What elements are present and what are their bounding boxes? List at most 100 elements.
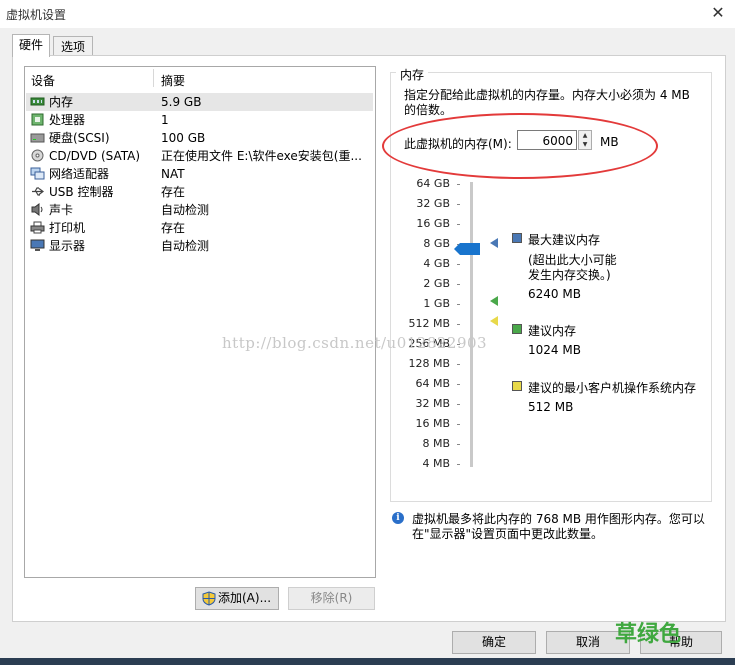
legend-min-title: 建议的最小客户机操作系统内存 [528, 381, 697, 395]
legend-max-title: 最大建议内存 [528, 233, 601, 247]
scale-label: 4 MB [422, 457, 450, 470]
close-button[interactable]: ✕ [706, 2, 730, 24]
device-name: 打印机 [49, 221, 86, 235]
legend-recommended-swatch [512, 324, 522, 334]
device-summary: 存在 [161, 221, 186, 235]
column-divider[interactable] [153, 69, 154, 87]
scale-label: 8 MB [422, 437, 450, 450]
scale-label: 1 GB [423, 297, 450, 310]
device-name: 显示器 [49, 239, 86, 253]
scale-label: 64 MB [415, 377, 450, 390]
device-name: 内存 [49, 95, 74, 109]
scale-tick [457, 424, 460, 425]
device-name: USB 控制器 [49, 185, 114, 199]
taskbar-strip [0, 658, 735, 665]
info-text: 虚拟机最多将此内存的 768 MB 用作图形内存。您可以 在"显示器"设置页面中… [412, 512, 712, 542]
annotation-ellipse [382, 113, 658, 179]
device-summary: 自动检测 [161, 239, 210, 253]
scale-tick [457, 204, 460, 205]
scale-tick [457, 324, 460, 325]
printer-icon [30, 221, 45, 234]
scale-tick [457, 304, 460, 305]
column-header-device[interactable]: 设备 [31, 72, 55, 89]
network-adapter-icon [30, 167, 45, 180]
device-name: 硬盘(SCSI) [49, 131, 110, 145]
scale-tick [457, 264, 460, 265]
scale-tick [457, 364, 460, 365]
memory-group-title: 内存 [396, 66, 429, 83]
device-row-usb-controller[interactable]: USB 控制器 存在 [26, 183, 373, 201]
scale-label: 128 MB [408, 357, 450, 370]
scale-label: 32 GB [416, 197, 450, 210]
remove-device-button[interactable]: 移除(R) [288, 587, 375, 610]
device-list[interactable]: 设备 摘要 内存 5.9 GB 处理器 1 硬盘(SCSI) 100 GB CD… [24, 66, 376, 578]
device-name: 网络适配器 [49, 167, 110, 181]
device-summary: NAT [161, 167, 185, 181]
device-row-memory[interactable]: 内存 5.9 GB [26, 93, 373, 111]
info-icon: i [392, 512, 404, 524]
scale-tick [457, 464, 460, 465]
legend-max-note-2: 发生内存交换。) [528, 268, 611, 282]
legend-recommended-title: 建议内存 [528, 324, 577, 338]
legend-min-swatch [512, 381, 522, 391]
title-bar [0, 0, 735, 28]
scale-label: 4 GB [423, 257, 450, 270]
scale-label: 64 GB [416, 177, 450, 190]
cd-dvd-icon [31, 149, 44, 162]
usb-icon [32, 187, 44, 196]
ok-button[interactable]: 确定 [452, 631, 536, 654]
legend-min-value: 512 MB [528, 400, 574, 414]
min-recommended-marker [490, 316, 498, 326]
legend-max-value: 6240 MB [528, 287, 581, 301]
watermark: http://blog.csdn.net/u012822903 [222, 334, 488, 352]
scale-label: 512 MB [408, 317, 450, 330]
add-device-label: 添加(A)... [218, 591, 272, 605]
column-header-summary[interactable]: 摘要 [161, 72, 185, 89]
device-name: CD/DVD (SATA) [49, 149, 141, 163]
display-icon [30, 239, 45, 251]
legend-max-swatch [512, 233, 522, 243]
legend-recommended-value: 1024 MB [528, 343, 581, 357]
device-summary: 自动检测 [161, 203, 210, 217]
add-device-button[interactable]: 添加(A)... [195, 587, 279, 610]
scale-tick [457, 404, 460, 405]
device-summary: 5.9 GB [161, 95, 202, 109]
scale-label: 16 MB [415, 417, 450, 430]
scale-tick [457, 184, 460, 185]
scale-tick [457, 224, 460, 225]
scale-label: 32 MB [415, 397, 450, 410]
sound-card-icon [31, 203, 43, 216]
hard-disk-icon [30, 133, 45, 143]
info-text-line-2: 在"显示器"设置页面中更改此数量。 [412, 527, 604, 541]
processor-icon [31, 113, 44, 126]
device-row-display[interactable]: 显示器 自动检测 [26, 237, 373, 255]
device-row-sound-card[interactable]: 声卡 自动检测 [26, 201, 373, 219]
max-recommended-marker [490, 238, 498, 248]
scale-label: 2 GB [423, 277, 450, 290]
device-summary: 存在 [161, 185, 186, 199]
device-row-printer[interactable]: 打印机 存在 [26, 219, 373, 237]
device-row-processor[interactable]: 处理器 1 [26, 111, 373, 129]
scale-tick [457, 284, 460, 285]
memory-icon [30, 97, 45, 106]
device-row-network-adapter[interactable]: 网络适配器 NAT [26, 165, 373, 183]
device-row-cd-dvd[interactable]: CD/DVD (SATA) 正在使用文件 E:\软件exe安装包(重... [26, 147, 373, 165]
device-name: 声卡 [49, 203, 74, 217]
info-text-line-1: 虚拟机最多将此内存的 768 MB 用作图形内存。您可以 [412, 512, 705, 526]
memory-slider-track[interactable] [470, 182, 473, 467]
tab-hardware[interactable]: 硬件 [12, 34, 50, 57]
window-title: 虚拟机设置 [6, 8, 67, 22]
tab-options[interactable]: 选项 [53, 36, 93, 57]
scale-tick [457, 384, 460, 385]
device-summary: 100 GB [161, 131, 206, 145]
corner-watermark: 草绿色 [615, 622, 682, 647]
device-summary: 1 [161, 113, 169, 127]
device-name: 处理器 [49, 113, 86, 127]
device-row-hard-disk[interactable]: 硬盘(SCSI) 100 GB [26, 129, 373, 147]
device-summary: 正在使用文件 E:\软件exe安装包(重... [161, 149, 362, 163]
recommended-marker [490, 296, 498, 306]
scale-label: 16 GB [416, 217, 450, 230]
memory-slider-thumb[interactable] [460, 243, 480, 255]
scale-tick [457, 444, 460, 445]
scale-label: 8 GB [423, 237, 450, 250]
